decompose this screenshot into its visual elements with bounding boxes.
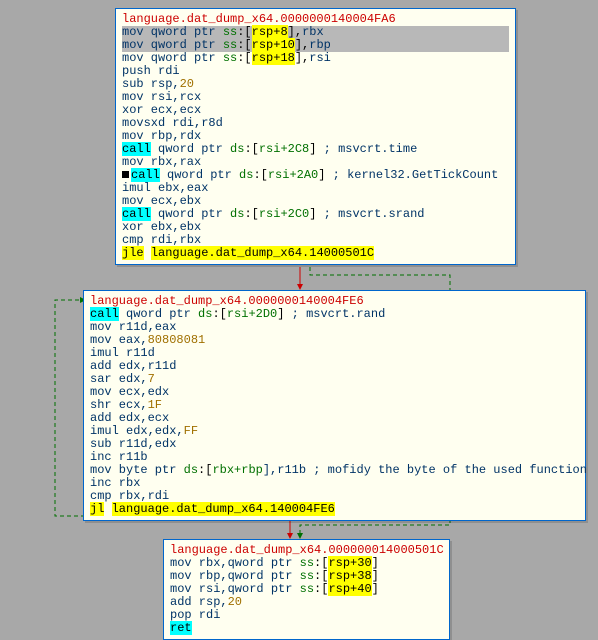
asm-line: jl language.dat_dump_x64.140004FE6 [90,503,579,516]
asm-line: mov eax,80808081 [90,334,579,347]
breakpoint-icon [122,171,129,178]
disasm-block-3[interactable]: language.dat_dump_x64.000000014000501C m… [163,539,450,640]
asm-line: mov ecx,edx [90,386,579,399]
asm-line: add edx,r11d [90,360,579,373]
asm-line: pop rdi [170,609,443,622]
asm-line: mov byte ptr ds:[rbx+rbp],r11b ; mofidy … [90,464,579,477]
asm-line: mov qword ptr ss:[rsp+18],rsi [122,52,509,65]
asm-line: ret [170,622,443,635]
disasm-block-2[interactable]: language.dat_dump_x64.0000000140004FE6 c… [83,290,586,521]
asm-line: sub r11d,edx [90,438,579,451]
asm-line: jle language.dat_dump_x64.14000501C [122,247,509,260]
disasm-block-1[interactable]: language.dat_dump_x64.0000000140004FA6 m… [115,8,516,265]
